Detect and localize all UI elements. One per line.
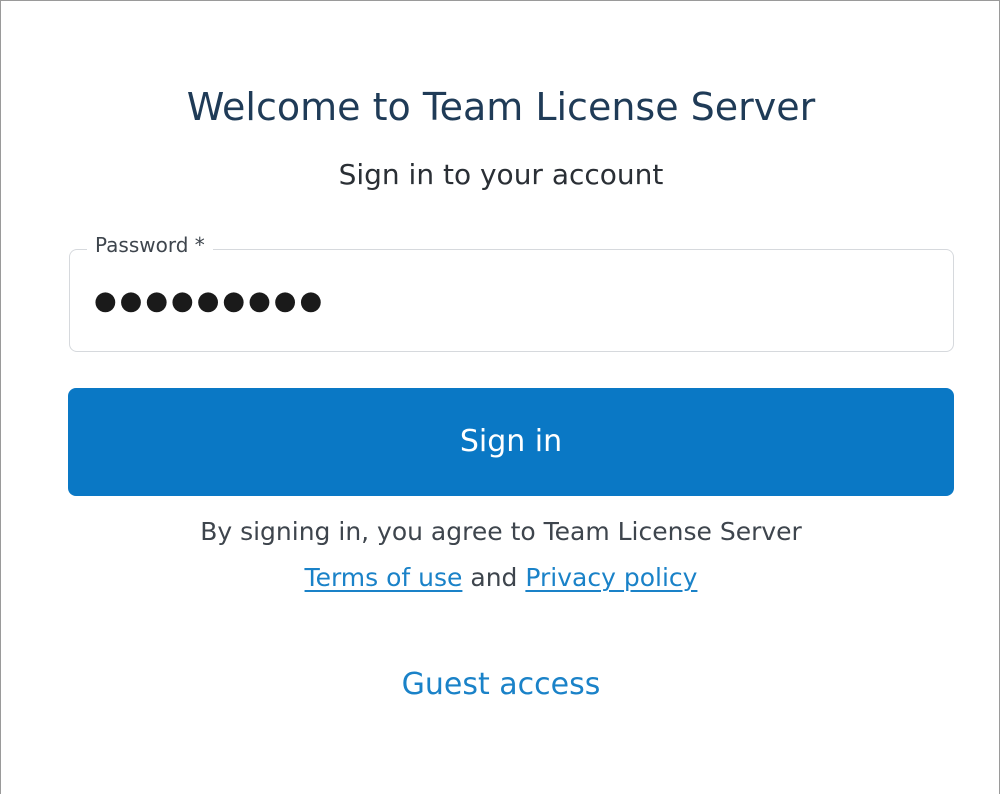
page-subtitle: Sign in to your account (338, 158, 664, 191)
sign-in-button[interactable]: Sign in (68, 388, 954, 496)
page-title: Welcome to Team License Server (186, 85, 816, 129)
legal-links: Terms of use and Privacy policy (1, 561, 1000, 595)
agreement-text: By signing in, you agree to Team License… (200, 517, 802, 546)
password-field[interactable] (69, 249, 954, 352)
login-panel: Welcome to Team License Server Sign in t… (0, 0, 1000, 794)
and-text: and (470, 563, 518, 592)
privacy-policy-link[interactable]: Privacy policy (525, 563, 697, 592)
password-label: Password * (87, 233, 213, 257)
terms-of-use-link[interactable]: Terms of use (305, 563, 463, 592)
password-input[interactable] (94, 280, 929, 322)
guest-access: Guest access (1, 665, 1000, 705)
guest-access-link[interactable]: Guest access (402, 667, 601, 702)
